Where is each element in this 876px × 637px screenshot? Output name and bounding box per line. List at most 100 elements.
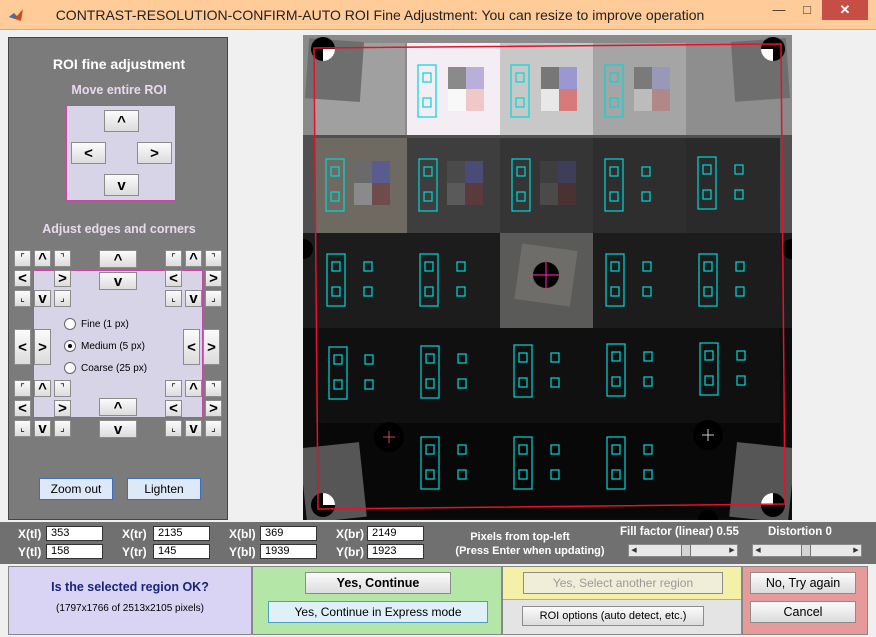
- ybl-label: Y(bl): [229, 545, 256, 559]
- right-arrow-icon: >: [207, 338, 216, 356]
- xbr-label: X(br): [336, 527, 364, 541]
- move-down-button[interactable]: v: [104, 174, 139, 196]
- right-arrow-icon: >: [58, 400, 67, 417]
- xtr-field[interactable]: 2135: [153, 526, 210, 541]
- br-corner-bl-button[interactable]: ⌞: [165, 420, 182, 437]
- slider-right-icon[interactable]: ▶: [727, 545, 737, 556]
- tl-corner-br-button[interactable]: ⌟: [54, 290, 71, 307]
- tr-corner-button[interactable]: ⌝: [205, 250, 222, 267]
- top-edge-down-button[interactable]: v: [99, 272, 137, 290]
- bl-corner-button[interactable]: ⌞: [14, 420, 31, 437]
- corner-tl-icon: ⌜: [171, 253, 176, 264]
- ybr-field[interactable]: 1923: [367, 544, 424, 559]
- br-down-button[interactable]: v: [185, 420, 202, 437]
- down-arrow-icon: v: [117, 176, 126, 194]
- window-title: CONTRAST-RESOLUTION-CONFIRM-AUTO ROI Fin…: [55, 7, 705, 23]
- down-arrow-icon: v: [189, 420, 198, 437]
- bl-left-button[interactable]: <: [14, 400, 31, 417]
- bl-down-button[interactable]: v: [34, 420, 51, 437]
- br-up-button[interactable]: ^: [185, 380, 202, 397]
- no-try-again-button[interactable]: No, Try again: [750, 572, 856, 594]
- radio-fine[interactable]: Fine (1 px): [64, 318, 129, 330]
- up-arrow-icon: ^: [113, 250, 123, 268]
- tl-down-button[interactable]: v: [34, 290, 51, 307]
- left-arrow-icon: <: [18, 400, 27, 417]
- bl-up-button[interactable]: ^: [34, 380, 51, 397]
- left-edge-left-button[interactable]: <: [14, 329, 31, 365]
- right-edge-left-button[interactable]: <: [183, 329, 200, 365]
- right-arrow-icon: >: [38, 338, 47, 356]
- yes-continue-button[interactable]: Yes, Continue: [305, 572, 451, 594]
- left-arrow-icon: <: [18, 338, 27, 356]
- xbr-field[interactable]: 2149: [367, 526, 424, 541]
- tr-left-button[interactable]: <: [165, 270, 182, 287]
- tr-right-button[interactable]: >: [205, 270, 222, 287]
- left-edge-right-button[interactable]: >: [34, 329, 51, 365]
- bl-corner-br-button[interactable]: ⌟: [54, 420, 71, 437]
- chart-image-view[interactable]: [303, 35, 792, 520]
- roi-options-button[interactable]: ROI options (auto detect, etc.): [522, 606, 704, 626]
- tl-corner-button[interactable]: ⌜: [14, 250, 31, 267]
- bl-corner-tl-button[interactable]: ⌜: [14, 380, 31, 397]
- minimize-button[interactable]: —: [765, 0, 793, 20]
- up-arrow-icon: ^: [189, 250, 198, 267]
- coordinates-bar: X(tl) 353 Y(tl) 158 X(tr) 2135 Y(tr) 145…: [0, 522, 876, 564]
- radio-coarse[interactable]: Coarse (25 px): [64, 362, 147, 374]
- tr-corner-br-button[interactable]: ⌟: [205, 290, 222, 307]
- slider-right-icon[interactable]: ▶: [851, 545, 861, 556]
- radio-coarse-dot: [64, 362, 76, 374]
- br-corner-button[interactable]: ⌟: [205, 420, 222, 437]
- down-arrow-icon: v: [38, 420, 47, 437]
- move-right-button[interactable]: >: [137, 142, 172, 164]
- xtl-field[interactable]: 353: [46, 526, 103, 541]
- maximize-button[interactable]: □: [793, 0, 821, 20]
- slider-left-icon[interactable]: ◀: [629, 545, 639, 556]
- br-corner-tr-button[interactable]: ⌝: [205, 380, 222, 397]
- radio-medium[interactable]: Medium (5 px): [64, 340, 145, 352]
- matlab-icon: [9, 9, 23, 21]
- bl-corner-tr-button[interactable]: ⌝: [54, 380, 71, 397]
- zoom-out-button[interactable]: Zoom out: [39, 478, 113, 500]
- br-right-button[interactable]: >: [205, 400, 222, 417]
- ybl-field[interactable]: 1939: [260, 544, 317, 559]
- corner-bl-icon: ⌞: [20, 423, 25, 434]
- bottom-edge-down-button[interactable]: v: [99, 420, 137, 438]
- tr-up-button[interactable]: ^: [185, 250, 202, 267]
- tr-down-button[interactable]: v: [185, 290, 202, 307]
- xbl-field[interactable]: 369: [260, 526, 317, 541]
- fill-factor-slider[interactable]: ◀ ▶: [628, 544, 738, 557]
- corner-br-icon: ⌟: [60, 293, 65, 304]
- tr-corner-bl-button[interactable]: ⌞: [165, 290, 182, 307]
- yes-select-another-button[interactable]: Yes, Select another region: [523, 572, 723, 594]
- distortion-slider[interactable]: ◀ ▶: [752, 544, 862, 557]
- yes-express-button[interactable]: Yes, Continue in Express mode: [268, 601, 488, 623]
- ytr-field[interactable]: 145: [153, 544, 210, 559]
- region-size-detail: (1797x1766 of 2513x2105 pixels): [56, 603, 204, 614]
- distortion-thumb[interactable]: [801, 544, 811, 557]
- right-edge-right-button[interactable]: >: [203, 329, 220, 365]
- move-left-button[interactable]: <: [71, 142, 106, 164]
- close-button[interactable]: ✕: [822, 0, 868, 20]
- tl-right-button[interactable]: >: [54, 270, 71, 287]
- fill-factor-thumb[interactable]: [681, 544, 691, 557]
- down-arrow-icon: v: [113, 420, 123, 438]
- bl-right-button[interactable]: >: [54, 400, 71, 417]
- tl-left-button[interactable]: <: [14, 270, 31, 287]
- slider-left-icon[interactable]: ◀: [753, 545, 763, 556]
- br-corner-tl-button[interactable]: ⌜: [165, 380, 182, 397]
- cancel-button[interactable]: Cancel: [750, 601, 856, 623]
- xtr-label: X(tr): [122, 527, 147, 541]
- question-title: Is the selected region OK?: [51, 580, 209, 594]
- radio-medium-dot: [64, 340, 76, 352]
- lighten-button[interactable]: Lighten: [127, 478, 201, 500]
- br-left-button[interactable]: <: [165, 400, 182, 417]
- ytl-field[interactable]: 158: [46, 544, 103, 559]
- tl-corner-tr-button[interactable]: ⌝: [54, 250, 71, 267]
- move-up-button[interactable]: ^: [104, 110, 139, 132]
- tl-corner-bl-button[interactable]: ⌞: [14, 290, 31, 307]
- top-edge-up-button[interactable]: ^: [99, 250, 137, 268]
- roi-options-area: ROI options (auto detect, etc.): [503, 599, 741, 634]
- tr-corner-tl-button[interactable]: ⌜: [165, 250, 182, 267]
- tl-up-button[interactable]: ^: [34, 250, 51, 267]
- bottom-edge-up-button[interactable]: ^: [99, 398, 137, 416]
